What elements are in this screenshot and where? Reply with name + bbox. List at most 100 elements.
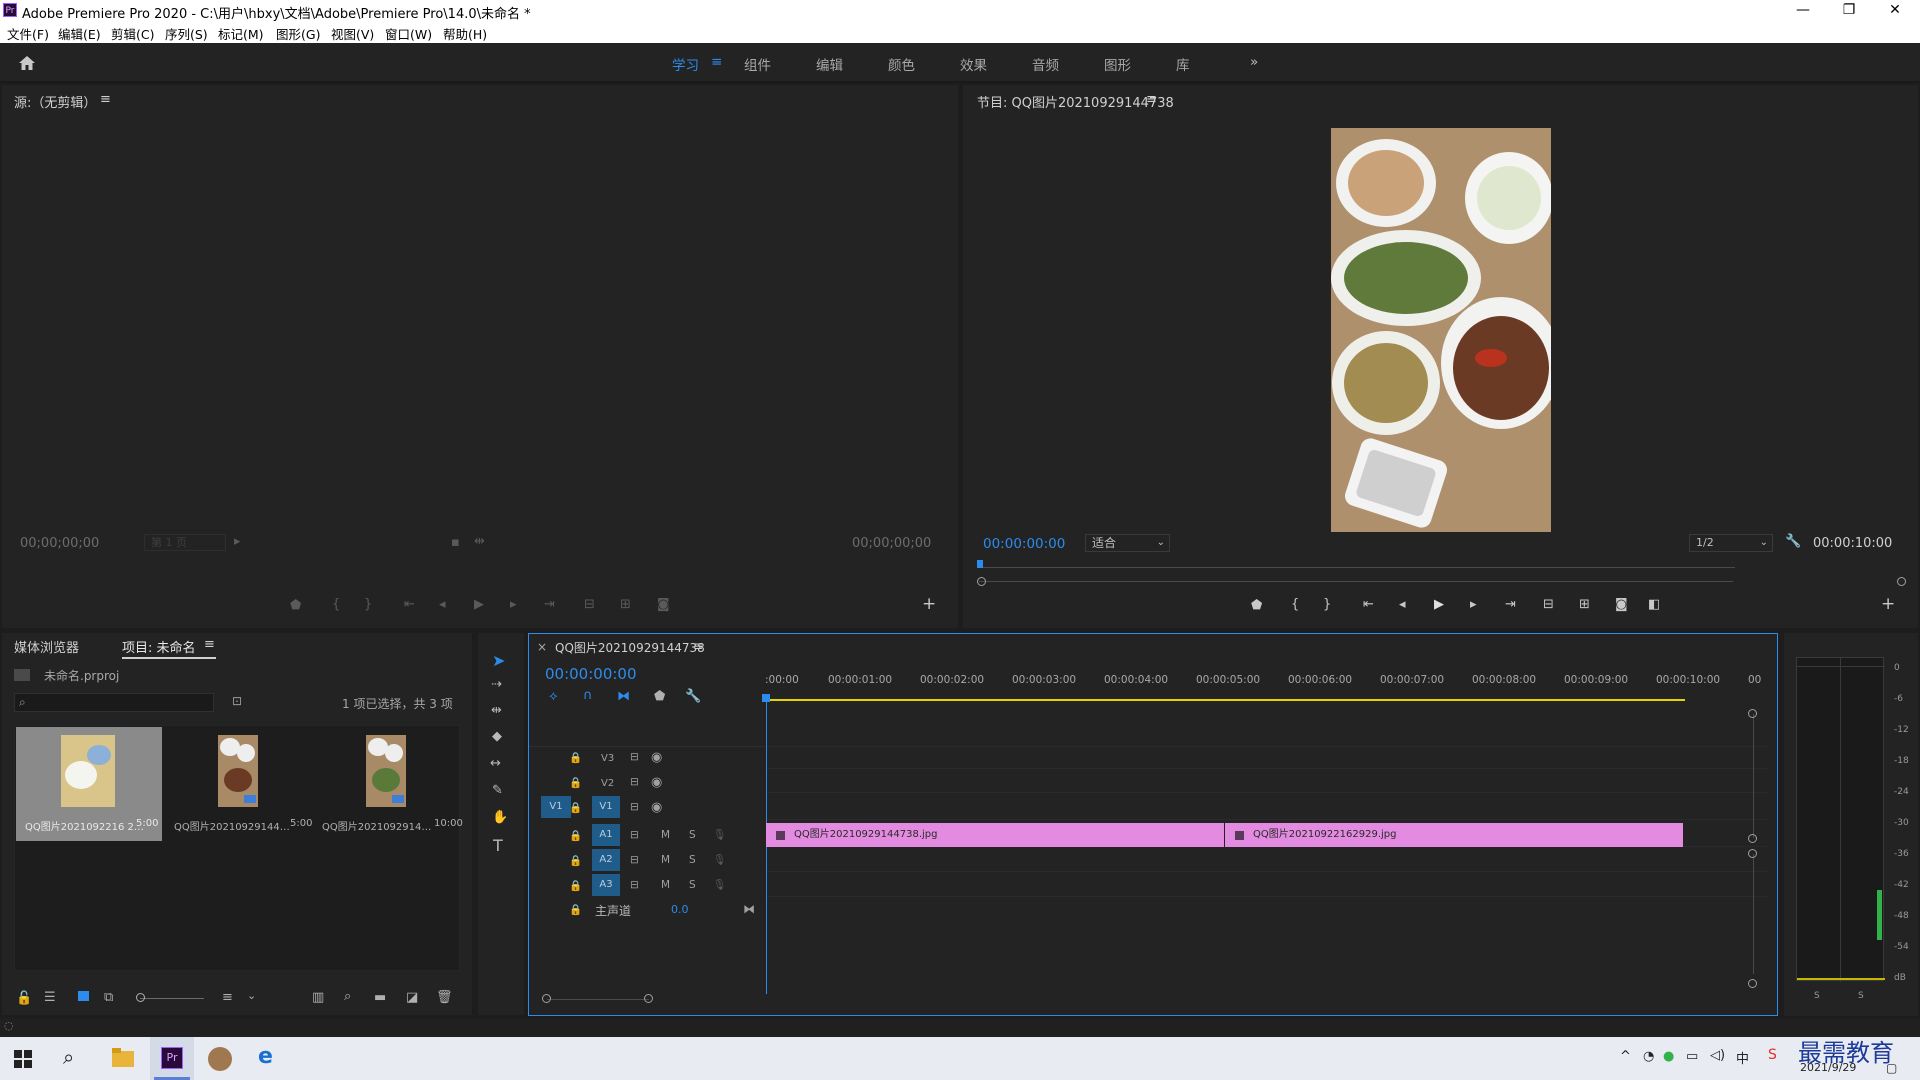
eye-icon[interactable]: ◉	[651, 775, 662, 790]
eye-icon[interactable]: ◉	[651, 800, 662, 815]
sync-lock-icon[interactable]: ⊟	[630, 776, 639, 788]
program-time-ruler[interactable]	[979, 567, 1735, 568]
source-page-select[interactable]: 第 1 页	[144, 534, 226, 551]
sequence-tab[interactable]: QQ图片20210929144738	[555, 639, 705, 656]
sort-icon[interactable]: ≡	[222, 990, 233, 1005]
workspace-tab-graphics[interactable]: 图形	[1104, 54, 1131, 74]
tab-project[interactable]: 项目: 未命名	[122, 637, 196, 656]
playhead-handle[interactable]	[762, 694, 770, 702]
zoom-handle-right[interactable]	[644, 994, 653, 1003]
menu-sequence[interactable]: 序列(S)	[165, 24, 208, 43]
source-step-forward-icon[interactable]: ▸	[510, 597, 517, 612]
restore-button[interactable]: ❐	[1826, 0, 1872, 22]
thumbnail-size-handle[interactable]	[136, 993, 145, 1002]
scroll-handle[interactable]	[1748, 834, 1757, 843]
zoom-handle-left[interactable]	[542, 994, 551, 1003]
notification-center-icon[interactable]: ▢	[1886, 1061, 1897, 1075]
mark-out-icon[interactable]: }	[1323, 597, 1331, 612]
add-marker-timeline-icon[interactable]: ⬟	[654, 689, 665, 704]
selection-tool-icon[interactable]: ➤	[492, 651, 505, 670]
microphone-icon[interactable]: 🎙	[713, 828, 726, 841]
solo-button[interactable]: S	[689, 854, 696, 866]
lock-track-icon[interactable]: 🔒	[569, 829, 582, 842]
program-playhead[interactable]	[977, 560, 983, 568]
mark-in-icon[interactable]: {	[1291, 597, 1299, 612]
source-add-button-icon[interactable]: +	[922, 594, 936, 614]
program-add-button-icon[interactable]: +	[1881, 594, 1895, 614]
work-area-bar[interactable]	[765, 699, 1685, 701]
source-export-frame-icon[interactable]: ◙	[657, 597, 670, 612]
lock-track-icon[interactable]: 🔒	[569, 879, 582, 892]
timeline-clip[interactable]: QQ图片20210929144738.jpg	[766, 823, 1224, 847]
sync-lock-icon[interactable]: ⊟	[630, 751, 639, 763]
freeform-view-icon[interactable]: ⧉	[104, 990, 113, 1005]
taskbar-premiere-button[interactable]: Pr	[150, 1037, 194, 1080]
timeline-settings-wrench-icon[interactable]: 🔧	[685, 689, 701, 704]
menu-markers[interactable]: 标记(M)	[218, 24, 264, 43]
source-insert-icon[interactable]: ⊟	[584, 597, 595, 612]
lock-icon[interactable]: 🔓	[16, 991, 32, 1006]
menu-file[interactable]: 文件(F)	[7, 24, 49, 43]
menu-edit[interactable]: 编辑(E)	[58, 24, 101, 43]
type-tool-icon[interactable]: T	[493, 836, 503, 855]
lock-track-icon[interactable]: 🔒	[569, 854, 582, 867]
sync-lock-icon[interactable]: ⊟	[630, 829, 639, 841]
network-icon[interactable]: ▭	[1686, 1049, 1698, 1064]
project-panel-menu-icon[interactable]: ≡	[204, 637, 215, 652]
microphone-icon[interactable]: 🎙	[713, 878, 726, 891]
workspace-tab-color[interactable]: 颜色	[888, 54, 915, 74]
lock-track-icon[interactable]: 🔒	[569, 903, 582, 916]
scroll-handle[interactable]	[1748, 849, 1757, 858]
comparison-view-icon[interactable]: ◧	[1648, 597, 1660, 612]
program-fit-select[interactable]: 适合 ⌄	[1085, 534, 1170, 552]
menu-graphics[interactable]: 图形(G)	[276, 24, 320, 43]
lock-track-icon[interactable]: 🔒	[569, 776, 582, 789]
track-target-a3[interactable]: A3	[592, 874, 620, 896]
lift-icon[interactable]: ⊟	[1543, 597, 1554, 612]
insert-nest-icon[interactable]: ⟡	[549, 689, 558, 704]
source-marker-icon[interactable]: ⬟	[290, 598, 301, 613]
icon-view-icon[interactable]	[78, 991, 89, 1001]
program-settings-wrench-icon[interactable]: 🔧	[1785, 534, 1801, 549]
program-panel-menu-icon[interactable]: ≡	[1146, 92, 1157, 107]
solo-button[interactable]: S	[689, 829, 696, 841]
automate-to-sequence-icon[interactable]: ▥	[312, 990, 324, 1005]
workspace-tab-editing[interactable]: 编辑	[816, 54, 843, 74]
source-step-back-icon[interactable]: ◂	[439, 597, 446, 612]
linked-selection-icon[interactable]: ⧓	[617, 689, 630, 704]
project-search-input[interactable]: ⌕	[14, 693, 214, 712]
ime-indicator[interactable]: 中	[1736, 1048, 1749, 1067]
add-marker-icon[interactable]: ⬟	[1251, 598, 1262, 613]
source-page-next-icon[interactable]: ▸	[234, 534, 241, 549]
eye-icon[interactable]: ◉	[651, 750, 662, 765]
ripple-edit-tool-icon[interactable]: ⇹	[491, 703, 502, 718]
new-item-icon[interactable]: ◪	[406, 990, 418, 1005]
microphone-icon[interactable]: 🎙	[713, 853, 726, 866]
workspace-tab-libraries[interactable]: 库	[1176, 54, 1190, 74]
menu-clip[interactable]: 剪辑(C)	[111, 24, 154, 43]
sogou-ime-icon[interactable]: S	[1768, 1047, 1777, 1063]
lock-track-icon[interactable]: 🔒	[569, 801, 582, 814]
program-zoom-bar[interactable]	[979, 581, 1733, 582]
taskbar-search-icon[interactable]: ⌕	[63, 1045, 74, 1069]
source-play-icon[interactable]: ▶	[474, 597, 484, 612]
pen-tool-icon[interactable]: ✎	[492, 783, 503, 798]
zoom-handle-left[interactable]	[977, 577, 986, 586]
solo-button[interactable]: S	[689, 879, 696, 891]
lock-track-icon[interactable]: 🔒	[569, 751, 582, 764]
list-view-icon[interactable]: ☰	[44, 990, 56, 1005]
workspace-tab-effects[interactable]: 效果	[960, 54, 987, 74]
workspace-tab-learn[interactable]: 学习	[672, 54, 699, 74]
timeline-clip[interactable]: QQ图片20210922162929.jpg	[1225, 823, 1683, 847]
zoom-handle-right[interactable]	[1897, 577, 1906, 586]
source-patch-v1[interactable]: V1	[541, 796, 571, 818]
sync-lock-icon[interactable]: ⊟	[630, 879, 639, 891]
tray-chevron-up-icon[interactable]: ^	[1620, 1049, 1631, 1064]
export-frame-camera-icon[interactable]: ◙	[1615, 597, 1628, 612]
track-target-a2[interactable]: A2	[592, 849, 620, 871]
solo-right-button[interactable]: S	[1858, 991, 1864, 1001]
time-ruler[interactable]: :00:00 00:00:01:00 00:00:02:00 00:00:03:…	[765, 662, 1761, 701]
tray-notification-icon[interactable]: ◔	[1643, 1049, 1654, 1064]
extract-icon[interactable]: ⊞	[1579, 597, 1590, 612]
new-bin-icon[interactable]: ▬	[374, 990, 386, 1005]
